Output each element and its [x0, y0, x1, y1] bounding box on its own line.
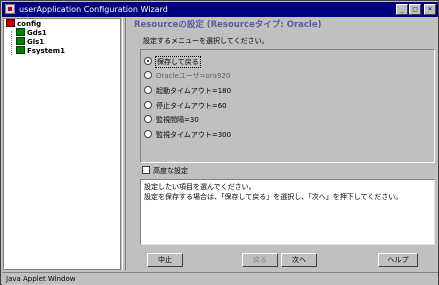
config-tree: config Gds1 Gls1 Fsystem1 [3, 18, 121, 270]
tree-item-label: Gds1 [27, 29, 47, 37]
advanced-settings-label: 高度な設定 [153, 167, 188, 175]
menu-option-stop-timeout[interactable]: 停止タイムアウト=60 [144, 100, 228, 112]
resource-icon [16, 37, 25, 45]
menu-option-label: 起動タイムアウト=180 [156, 87, 232, 95]
radio-selected-icon[interactable] [144, 57, 152, 65]
minimize-button[interactable]: _ [396, 4, 408, 15]
menu-option-label: 保存して戻る [155, 56, 201, 68]
advanced-settings-checkbox[interactable]: 高度な設定 [142, 165, 188, 177]
cancel-button[interactable]: 中止 [147, 253, 183, 267]
window-title: userApplication Configuration Wizard [19, 5, 168, 14]
radio-icon[interactable] [144, 71, 152, 79]
menu-options-panel: 保存して戻る Oracleユーザ=ora920 起動タイムアウト=180 停止タ… [140, 49, 435, 163]
menu-option-label: Oracleユーザ=ora920 [156, 72, 231, 80]
menu-option-monitor-interval[interactable]: 監視間隔=30 [144, 114, 200, 126]
checkbox-icon[interactable] [142, 166, 150, 174]
menu-option-oracle-user[interactable]: Oracleユーザ=ora920 [144, 70, 231, 82]
menu-option-start-timeout[interactable]: 起動タイムアウト=180 [144, 85, 232, 97]
tree-item-label: config [17, 20, 42, 28]
description-area: 設定したい項目を選んでください。 設定を保存する場合は、「保存して戻る」を選択し… [140, 179, 435, 245]
maximize-button[interactable]: □ [409, 4, 421, 15]
description-line: 設定を保存する場合は、「保存して戻る」を選択し、「次へ」を押下してください。 [144, 193, 403, 201]
menu-option-save-return[interactable]: 保存して戻る [144, 56, 201, 68]
menu-option-label: 停止タイムアウト=60 [156, 102, 227, 110]
menu-option-monitor-timeout[interactable]: 監視タイムアウト=300 [144, 129, 232, 141]
app-icon [5, 4, 15, 14]
menu-option-label: 監視間隔=30 [156, 116, 199, 124]
radio-icon[interactable] [144, 101, 152, 109]
instruction-text: 設定するメニューを選択してください。 [143, 37, 269, 45]
tree-connector-line [11, 31, 12, 55]
status-bar: Java Applet Window [2, 272, 438, 285]
close-button[interactable]: × [424, 4, 436, 15]
radio-icon[interactable] [144, 86, 152, 94]
menu-option-label: 監視タイムアウト=300 [156, 131, 232, 139]
help-button[interactable]: ヘルプ [378, 253, 418, 267]
tree-item-label: Fsystem1 [27, 47, 65, 55]
description-line: 設定したい項目を選んでください。 [144, 183, 256, 191]
title-bar[interactable]: userApplication Configuration Wizard _ □… [2, 2, 438, 17]
tree-item-fsystem1[interactable]: Fsystem1 [16, 46, 65, 56]
config-folder-icon [6, 19, 15, 27]
next-button[interactable]: 次へ [281, 253, 317, 267]
resource-icon [16, 46, 25, 54]
tree-item-label: Gls1 [27, 38, 45, 46]
resource-icon [16, 28, 25, 36]
radio-icon[interactable] [144, 130, 152, 138]
wizard-window: userApplication Configuration Wizard _ □… [0, 0, 439, 285]
page-title: Resourceの設定 (Resourceタイプ: Oracle) [134, 20, 322, 30]
radio-icon[interactable] [144, 115, 152, 123]
back-button[interactable]: 戻る [242, 253, 278, 267]
panel-splitter[interactable] [122, 18, 126, 270]
